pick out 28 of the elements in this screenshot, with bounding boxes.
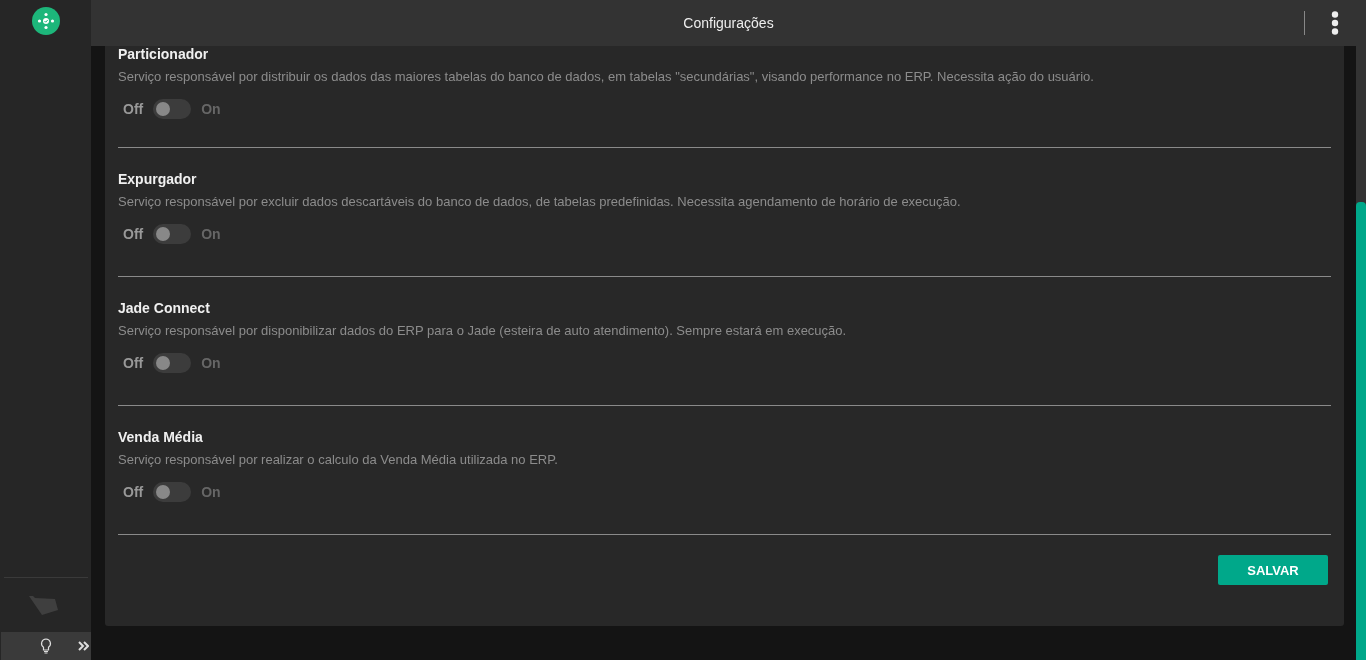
off-label: Off bbox=[123, 355, 144, 371]
logo-icon[interactable] bbox=[31, 7, 60, 35]
save-button[interactable]: SALVAR bbox=[1218, 555, 1328, 585]
service-description: Serviço responsável por realizar o calculo da Venda Média utilizada no ERP. bbox=[118, 452, 559, 468]
service-name: Expurgador bbox=[118, 171, 198, 188]
service-description: Serviço responsável por disponibilizar dados do ERP para o Jade (esteira de auto atendimento). Sempre estará em execução. bbox=[118, 323, 848, 339]
off-label: Off bbox=[123, 226, 144, 242]
lightbulb-icon[interactable] bbox=[40, 638, 52, 654]
service-name: Particionador bbox=[118, 46, 210, 63]
toggle-switch[interactable] bbox=[153, 353, 192, 373]
service-description: Serviço responsável por distribuir os dados das maiores tabelas do banco de dados, em tabelas "secundárias", visando performance no ERP. Necessita ação do usuário. bbox=[118, 69, 1095, 85]
toggle-switch[interactable] bbox=[153, 224, 192, 244]
scrollbar-thumb[interactable] bbox=[1356, 202, 1366, 660]
off-label: Off bbox=[123, 484, 144, 500]
service-description: Serviço responsável por excluir dados descartáveis do banco de dados, de tabelas predefinidas. Necessita agendamento de horário de execução. bbox=[118, 194, 962, 210]
expand-icon[interactable] bbox=[78, 641, 89, 651]
on-label: On bbox=[201, 101, 221, 117]
toggle-switch[interactable] bbox=[153, 99, 192, 119]
off-label: Off bbox=[123, 101, 144, 117]
more-options-icon[interactable] bbox=[1331, 11, 1339, 35]
toggle-switch[interactable] bbox=[153, 482, 192, 502]
on-label: On bbox=[201, 484, 221, 500]
on-label: On bbox=[201, 226, 221, 242]
on-label: On bbox=[201, 355, 221, 371]
service-name: Venda Média bbox=[118, 429, 204, 446]
service-name: Jade Connect bbox=[118, 300, 211, 317]
scrollbar[interactable] bbox=[1356, 46, 1366, 660]
page-title: Configurações bbox=[683, 15, 774, 31]
